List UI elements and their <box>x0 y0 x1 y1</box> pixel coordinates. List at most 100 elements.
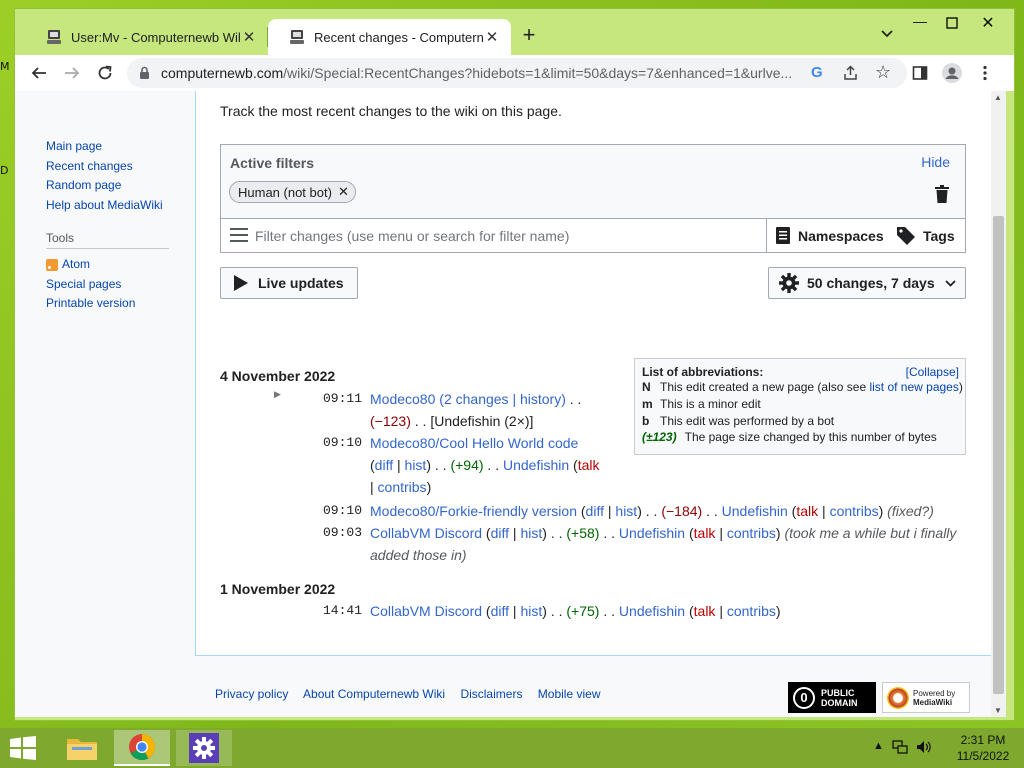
bookmark-star-icon[interactable]: ☆ <box>875 62 891 83</box>
user-link[interactable]: Undefishin <box>619 603 685 619</box>
back-arrow-icon[interactable] <box>27 61 51 85</box>
legend-row: N This edit created a new page (also see … <box>642 379 963 396</box>
namespaces-button[interactable]: Namespaces <box>766 219 891 252</box>
reload-icon[interactable] <box>93 61 117 85</box>
user-link[interactable]: Undefishin <box>722 503 788 519</box>
contribs-link[interactable]: contribs <box>378 479 427 495</box>
talk-link[interactable]: talk <box>796 503 818 519</box>
active-filters-heading: Active filters <box>230 155 315 171</box>
profile-avatar-icon[interactable] <box>940 61 964 85</box>
footer-disclaimers-link[interactable]: Disclaimers <box>460 687 522 701</box>
footer-privacy-link[interactable]: Privacy policy <box>215 687 288 701</box>
scroll-up-arrow-icon[interactable]: ▲ <box>994 93 1002 102</box>
contribs-link[interactable]: contribs <box>727 603 776 619</box>
minimize-button[interactable]: — <box>905 13 935 35</box>
volume-icon[interactable] <box>916 740 932 754</box>
sidebar-link-special-pages[interactable]: Special pages <box>46 275 196 295</box>
tab-recent-changes[interactable]: Recent changes - Computernewb ✕ <box>268 19 511 55</box>
taskbar-file-explorer[interactable] <box>54 730 110 766</box>
tab-search-chevron-icon[interactable] <box>875 26 899 50</box>
talk-link[interactable]: talk <box>694 603 716 619</box>
vertical-scrollbar[interactable]: ▲ ▼ <box>991 91 1006 717</box>
legend-key: N <box>642 380 651 394</box>
tab-user-mv[interactable]: User:Mv - Computernewb Wiki ✕ <box>25 19 268 55</box>
page-link[interactable]: Modeco80/Forkie-friendly version <box>370 503 577 519</box>
network-icon[interactable] <box>892 740 908 754</box>
filter-search-input[interactable] <box>255 225 755 247</box>
sidebar-link-random-page[interactable]: Random page <box>46 176 196 196</box>
sidebar-link-recent-changes[interactable]: Recent changes <box>46 157 196 177</box>
diff-link[interactable]: diff <box>491 525 509 541</box>
tray-expand-icon[interactable]: ▲ <box>873 740 884 754</box>
legend-key: b <box>642 413 650 428</box>
close-window-button[interactable]: ✕ <box>973 13 1003 35</box>
changes-link[interactable]: 2 changes <box>444 391 509 407</box>
diff-link[interactable]: diff <box>375 457 393 473</box>
results-period-button[interactable]: 50 changes, 7 days <box>768 267 966 299</box>
legend-row: (±123) The page size changed by this numb… <box>642 429 959 446</box>
footer-mobile-view-link[interactable]: Mobile view <box>538 687 601 701</box>
sidebar-link-help[interactable]: Help about MediaWiki <box>46 196 196 216</box>
diff-link[interactable]: diff <box>586 503 604 519</box>
google-lens-icon[interactable]: G <box>811 64 823 81</box>
hide-filters-link[interactable]: Hide <box>921 154 950 170</box>
contribs-link[interactable]: contribs <box>727 525 776 541</box>
public-domain-badge[interactable]: 0 PUBLIC DOMAIN <box>788 682 876 713</box>
maximize-button[interactable] <box>937 13 967 35</box>
forward-arrow-icon[interactable] <box>60 61 84 85</box>
taskbar-chrome[interactable] <box>114 730 170 766</box>
new-tab-button[interactable]: + <box>517 24 541 48</box>
page-link[interactable]: CollabVM Discord <box>370 603 482 619</box>
change-entry: CollabVM Discord (diff | hist) . . (+75)… <box>370 603 781 619</box>
filter-chip-human[interactable]: Human (not bot) ✕ <box>229 181 356 203</box>
more-menu-icon[interactable] <box>973 61 997 85</box>
sidebar-link-atom[interactable]: Atom <box>62 255 90 275</box>
sidebar-link-main-page[interactable]: Main page <box>46 137 196 157</box>
trash-icon[interactable] <box>935 185 949 203</box>
share-icon[interactable] <box>843 65 859 81</box>
footer-about-link[interactable]: About Computernewb Wiki <box>303 687 445 701</box>
page-link[interactable]: Modeco80 <box>370 391 435 407</box>
address-bar[interactable]: computernewb.com/wiki/Special:RecentChan… <box>127 58 907 88</box>
taskbar-clock[interactable]: 2:31 PM 11/5/2022 <box>950 732 1016 764</box>
scrollbar-thumb[interactable] <box>993 216 1004 694</box>
folder-icon <box>67 739 97 760</box>
close-tab-icon[interactable]: ✕ <box>240 28 258 46</box>
live-updates-button[interactable]: Live updates <box>220 267 358 299</box>
windows-start-icon[interactable] <box>8 736 38 760</box>
page-viewport: Main page Recent changes Random page Hel… <box>15 91 991 717</box>
user-link[interactable]: Undefishin <box>503 457 569 473</box>
user-link[interactable]: Undefishin <box>619 525 685 541</box>
expand-arrow-icon[interactable]: ▶ <box>274 389 281 400</box>
new-pages-link[interactable]: list of new pages <box>869 380 958 394</box>
user-summary: [Undefishin (2×)] <box>430 413 534 429</box>
contribs-link[interactable]: contribs <box>830 503 879 519</box>
url-text[interactable]: computernewb.com/wiki/Special:RecentChan… <box>161 65 801 82</box>
scroll-down-arrow-icon[interactable]: ▼ <box>994 706 1002 715</box>
talk-link[interactable]: talk <box>694 525 716 541</box>
hist-link[interactable]: hist <box>520 525 542 541</box>
history-link[interactable]: history <box>520 391 561 407</box>
hist-link[interactable]: hist <box>615 503 637 519</box>
talk-link[interactable]: talk <box>578 457 600 473</box>
pd-line-2: DOMAIN <box>821 697 858 708</box>
namespaces-icon <box>776 227 790 244</box>
taskbar-settings[interactable] <box>176 730 232 766</box>
diff-link[interactable]: diff <box>491 603 509 619</box>
hist-link[interactable]: hist <box>405 457 427 473</box>
tags-button[interactable]: Tags <box>891 219 965 252</box>
hamburger-menu-icon[interactable] <box>230 228 248 242</box>
page-link[interactable]: CollabVM Discord <box>370 525 482 541</box>
sidebar-tools: Atom Special pages Printable version <box>46 255 196 314</box>
remove-filter-icon[interactable]: ✕ <box>338 184 349 200</box>
powered-by-mediawiki-badge[interactable]: Powered by MediaWiki <box>882 682 970 713</box>
change-entry: CollabVM Discord (diff | hist) . . (+58)… <box>370 525 957 563</box>
page-link[interactable]: Modeco80/Cool Hello World code <box>370 435 578 451</box>
tag-icon <box>897 226 915 245</box>
side-panel-icon[interactable] <box>908 61 932 85</box>
sidebar-link-printable-version[interactable]: Printable version <box>46 294 196 314</box>
change-time: 09:03 <box>323 525 363 540</box>
legend-collapse-link[interactable]: [Collapse] <box>906 365 959 379</box>
close-tab-icon[interactable]: ✕ <box>483 28 501 46</box>
hist-link[interactable]: hist <box>520 603 542 619</box>
